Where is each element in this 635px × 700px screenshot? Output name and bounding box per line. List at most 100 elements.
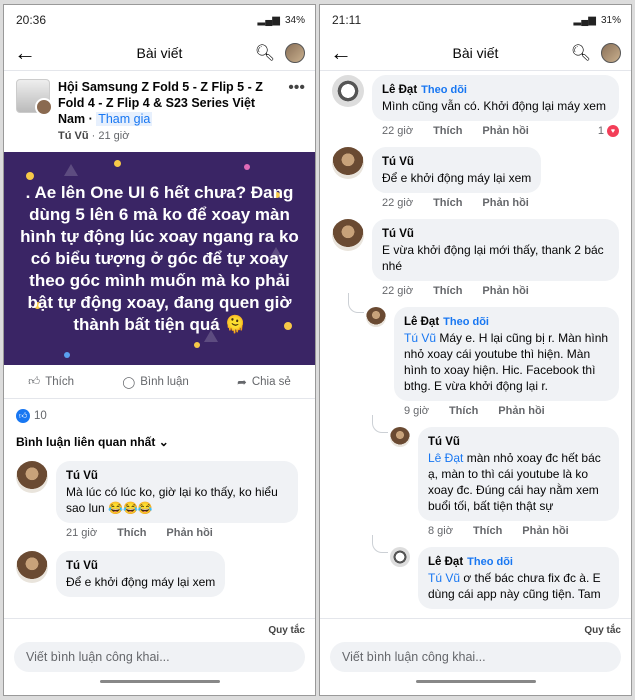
- comment-reply-button[interactable]: Phản hồi: [482, 285, 528, 297]
- reaction-summary[interactable]: 👍︎ 10: [4, 399, 315, 429]
- comment-composer: Quy tắc Viết bình luận công khai...: [320, 618, 631, 695]
- commenter-avatar[interactable]: [366, 307, 386, 327]
- heart-reaction-icon: ♥: [607, 125, 619, 137]
- post-header: Hội Samsung Z Fold 5 - Z Flip 5 - Z Fold…: [4, 71, 315, 148]
- post-time: 21 giờ: [98, 130, 130, 142]
- comment-like-button[interactable]: Thích: [433, 285, 462, 297]
- home-indicator: [415, 680, 536, 683]
- commenter-name[interactable]: Tú Vũ: [382, 154, 531, 170]
- like-button[interactable]: 👍︎ Thích: [28, 375, 74, 389]
- status-bar: 20:36 ▂▄▆ 34%: [4, 5, 315, 35]
- commenter-avatar[interactable]: [332, 75, 364, 107]
- reaction-count: 10: [34, 410, 47, 422]
- comment: Lê Đạt Theo dõi Mình cũng vẫn có. Khởi độ…: [320, 71, 631, 141]
- comment-sort-dropdown[interactable]: Bình luận liên quan nhất ⌄: [4, 429, 315, 455]
- commenter-name[interactable]: Tú Vũ: [66, 558, 215, 574]
- back-arrow-icon[interactable]: ←: [330, 41, 352, 64]
- comment-input[interactable]: Viết bình luận công khai...: [14, 642, 305, 672]
- mention-tag[interactable]: Tú Vũ: [428, 571, 460, 585]
- comment-button[interactable]: ◯ Bình luận: [122, 375, 188, 389]
- comment-like-button[interactable]: Thích: [473, 525, 502, 537]
- comment-icon: ◯: [122, 376, 136, 389]
- back-arrow-icon[interactable]: ←: [14, 41, 36, 64]
- mention-tag[interactable]: Lê Đạt: [428, 451, 463, 465]
- rules-link[interactable]: Quy tắc: [14, 625, 305, 636]
- comment-label: Bình luận: [140, 375, 189, 388]
- commenter-avatar[interactable]: [16, 551, 48, 583]
- commenter-avatar[interactable]: [16, 461, 48, 493]
- thread-line: [372, 415, 388, 433]
- commenter-avatar[interactable]: [390, 547, 410, 567]
- confetti-dot: [64, 352, 70, 358]
- join-link[interactable]: Tham gia: [96, 112, 153, 126]
- commenter-avatar[interactable]: [332, 219, 364, 251]
- comment-like-button[interactable]: Thích: [117, 527, 146, 539]
- comment: Tú Vũ Mà lúc có lúc ko, giờ lại ko thấy,…: [4, 455, 315, 543]
- commenter-avatar[interactable]: [390, 427, 410, 447]
- comment-time: 22 giờ: [382, 285, 414, 297]
- thread-line: [348, 293, 364, 313]
- commenter-name[interactable]: Lê Đạt: [382, 84, 417, 96]
- post-actions: 👍︎ Thích ◯ Bình luận ➦ Chia sẻ: [4, 365, 315, 399]
- comment-reply-button[interactable]: Phản hồi: [522, 525, 568, 537]
- commenter-name[interactable]: Lê Đạt: [404, 316, 439, 328]
- comment-time: 8 giờ: [428, 525, 453, 537]
- more-options-icon[interactable]: •••: [288, 79, 305, 142]
- comment-reply-button[interactable]: Phản hồi: [482, 197, 528, 209]
- comment-meta: 8 giờ Thích Phản hồi: [418, 521, 619, 541]
- comment-bubble: Tú Vũ Để e khởi động máy lại xem: [372, 147, 542, 193]
- confetti-dot: [244, 164, 250, 170]
- comment-time: 22 giờ: [382, 125, 414, 137]
- comment-like-button[interactable]: Thích: [433, 125, 462, 137]
- comment-like-button[interactable]: Thích: [449, 405, 478, 417]
- share-icon: ➦: [237, 376, 247, 389]
- comment-bubble: Tú Vũ Lê Đạt màn nhỏ xoay đc hết bác ạ, …: [418, 427, 619, 521]
- comment-meta: 22 giờ Thích Phản hồi: [372, 193, 541, 213]
- follow-button[interactable]: Theo dõi: [421, 84, 467, 96]
- group-name-text: Hội Samsung Z Fold 5 - Z Flip 5 - Z Fold…: [58, 80, 263, 126]
- post-author[interactable]: Tú Vũ: [58, 130, 89, 142]
- battery-percent: 34%: [284, 14, 305, 26]
- commenter-name[interactable]: Lê Đạt: [428, 556, 463, 568]
- comment-like-button[interactable]: Thích: [433, 197, 462, 209]
- group-logo[interactable]: [16, 79, 53, 116]
- profile-avatar[interactable]: [601, 42, 621, 63]
- chevron-down-icon: ⌄: [158, 435, 169, 449]
- confetti-dot: [26, 172, 34, 180]
- like-reaction-icon: 👍︎: [16, 409, 30, 423]
- search-icon[interactable]: 🔍︎: [571, 43, 591, 63]
- status-time: 21:11: [332, 13, 362, 27]
- comment-input[interactable]: Viết bình luận công khai...: [330, 642, 621, 672]
- reply: Lê Đạt Theo dõi Tú Vũ ơ thế bác chưa fix …: [320, 535, 631, 609]
- comment-bubble: Tú Vũ Để e khởi động máy lại xem: [56, 551, 226, 597]
- thread-line: [372, 535, 388, 553]
- group-name[interactable]: Hội Samsung Z Fold 5 - Z Flip 5 - Z Fold…: [58, 79, 280, 127]
- comment-bubble: Lê Đạt Theo dõi Tú Vũ Máy e. H lại cũng b…: [394, 307, 619, 401]
- comment-reply-button[interactable]: Phản hồi: [482, 125, 528, 137]
- profile-avatar[interactable]: [285, 42, 305, 63]
- top-bar: ← Bài viết 🔍︎: [320, 35, 631, 71]
- commenter-avatar[interactable]: [332, 147, 364, 179]
- post-banner: . Ae lên One UI 6 hết chưa? Đang dùng 5 …: [4, 152, 315, 365]
- comment-time: 9 giờ: [404, 405, 429, 417]
- comment-bubble: Lê Đạt Theo dõi Tú Vũ ơ thế bác chưa fix …: [418, 547, 619, 609]
- commenter-name[interactable]: Tú Vũ: [66, 468, 288, 484]
- comment-meta: 22 giờ Thích Phản hồi: [372, 281, 619, 301]
- status-time: 20:36: [16, 13, 47, 27]
- comment-bubble: Lê Đạt Theo dõi Mình cũng vẫn có. Khởi độ…: [372, 75, 619, 121]
- battery-percent: 31%: [600, 14, 621, 26]
- commenter-name[interactable]: Tú Vũ: [428, 434, 609, 450]
- author-avatar[interactable]: [35, 98, 53, 116]
- rules-link[interactable]: Quy tắc: [330, 625, 621, 636]
- comment-reply-button[interactable]: Phản hồi: [498, 405, 544, 417]
- comment-meta: 22 giờ Thích Phản hồi 1 ♥: [372, 121, 619, 141]
- comment-reactions[interactable]: 1 ♥: [598, 125, 619, 137]
- mention-tag[interactable]: Tú Vũ: [404, 331, 436, 345]
- commenter-name[interactable]: Tú Vũ: [382, 226, 609, 242]
- follow-button[interactable]: Theo dõi: [467, 556, 513, 568]
- search-icon[interactable]: 🔍︎: [255, 43, 275, 63]
- share-button[interactable]: ➦ Chia sẻ: [237, 375, 291, 389]
- follow-button[interactable]: Theo dõi: [443, 316, 489, 328]
- like-label: Thích: [45, 375, 74, 388]
- comment-reply-button[interactable]: Phản hồi: [166, 527, 212, 539]
